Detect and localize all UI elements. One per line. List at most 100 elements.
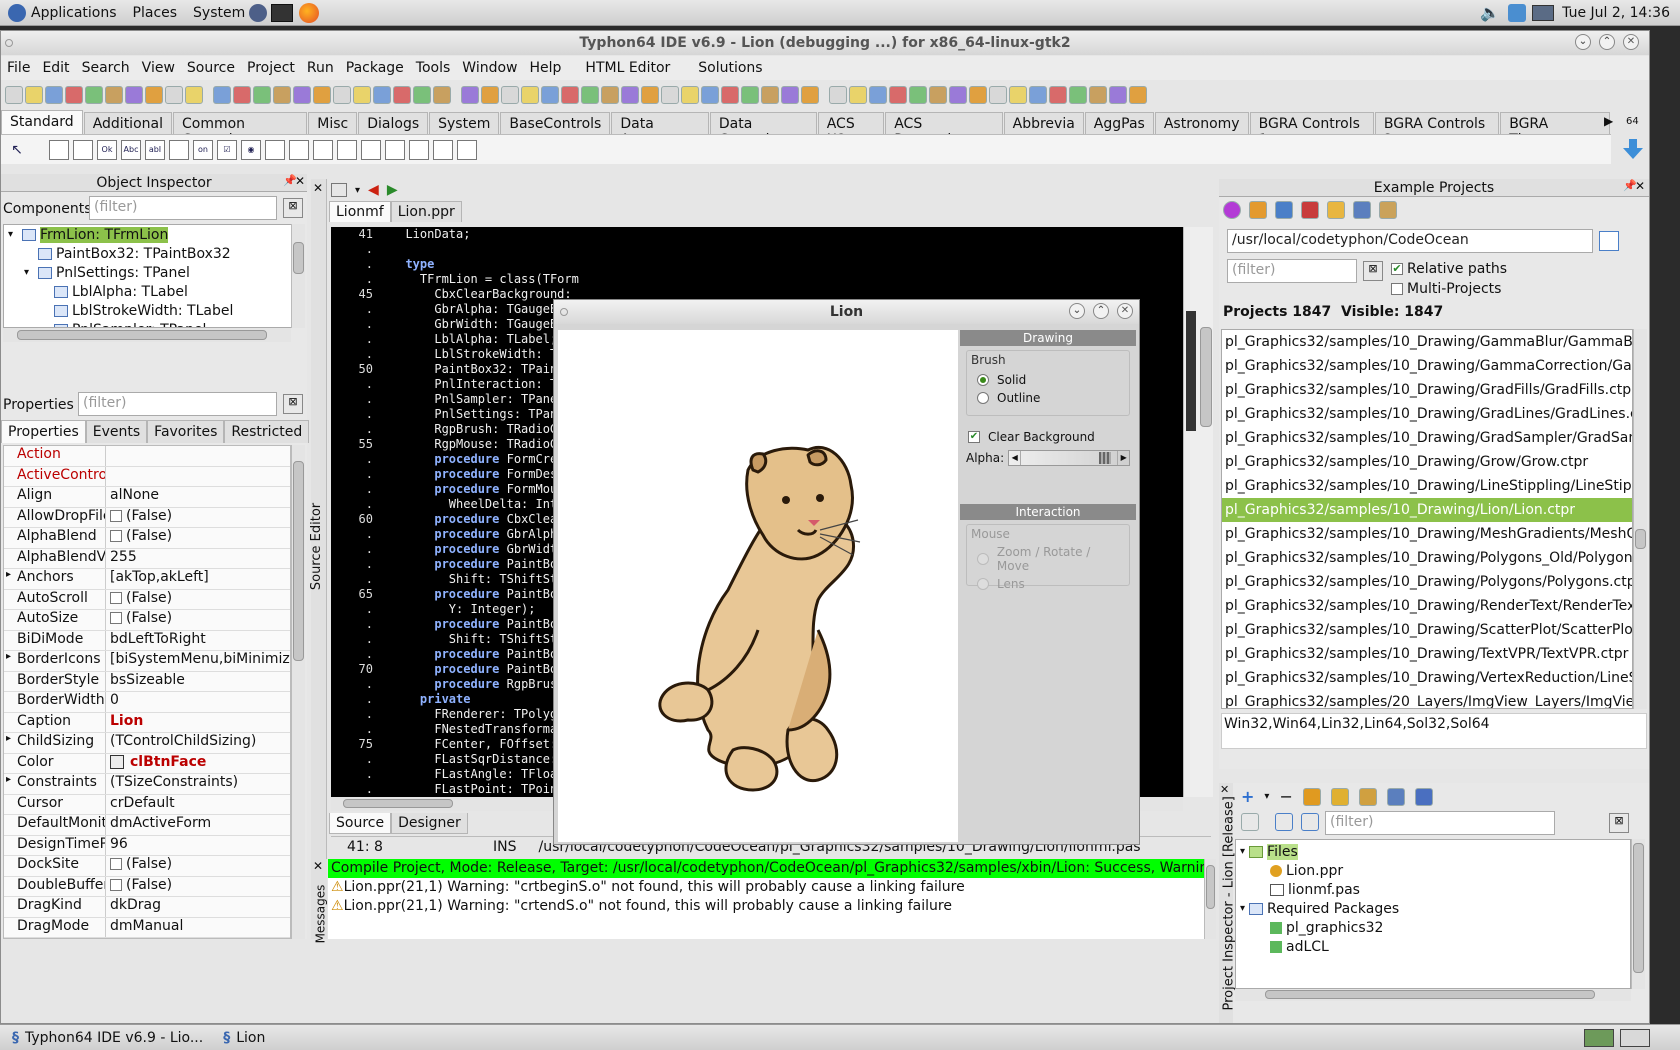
toolbar-button-icon[interactable] xyxy=(1049,86,1067,104)
property-value[interactable]: crDefault xyxy=(106,795,290,815)
outline-radio[interactable]: Outline xyxy=(977,391,1125,405)
property-value[interactable]: alNone xyxy=(106,487,290,507)
code-ocean-path-input[interactable]: /usr/local/codetyphon/CodeOcean xyxy=(1227,229,1593,253)
palette-tab[interactable]: Additional xyxy=(83,112,172,134)
toolbar-button-icon[interactable] xyxy=(761,86,779,104)
component-tree-hscrollbar[interactable] xyxy=(3,328,291,342)
multi-projects-checkbox[interactable]: Multi-Projects xyxy=(1391,281,1501,297)
lens-radio[interactable]: Lens xyxy=(977,577,1125,591)
property-row[interactable]: DragMode dmManual xyxy=(4,917,290,938)
radiogroup-component-icon[interactable] xyxy=(361,139,381,160)
palette-tab[interactable]: Data Access xyxy=(611,112,709,148)
property-value[interactable]: (False) xyxy=(106,877,290,897)
inspector-tab[interactable]: Restricted xyxy=(224,420,310,443)
toolbar-button-icon[interactable] xyxy=(1009,86,1027,104)
close-button[interactable]: ✕ xyxy=(1623,34,1639,50)
view-files-icon[interactable] xyxy=(1241,813,1259,831)
expander-icon[interactable]: ▾ xyxy=(24,267,34,278)
back-arrow-icon[interactable]: ◀ xyxy=(368,182,379,198)
memo-component-icon[interactable] xyxy=(169,139,189,160)
sort-icon[interactable] xyxy=(1301,813,1319,831)
popupmenu-component-icon[interactable] xyxy=(73,139,93,160)
checkbox-icon[interactable] xyxy=(110,591,122,604)
project-list-item[interactable]: pl_Graphics32/samples/10_Drawing/GammaBl… xyxy=(1222,330,1632,354)
system-menu[interactable]: System xyxy=(185,5,253,21)
toolbar-button-icon[interactable] xyxy=(641,86,659,104)
delete-project-icon[interactable] xyxy=(1301,201,1319,219)
component-tree-item[interactable]: LblAlpha: TLabel xyxy=(4,282,292,301)
property-value[interactable]: (False) xyxy=(106,610,290,630)
toolbar-button-icon[interactable] xyxy=(313,86,331,104)
toolbar-button-icon[interactable] xyxy=(145,86,163,104)
property-value[interactable]: dmManual xyxy=(106,918,290,938)
property-value[interactable]: (TControlChildSizing) xyxy=(106,733,290,753)
menu-file[interactable]: File xyxy=(1,60,36,76)
toolbar-button-icon[interactable] xyxy=(889,86,907,104)
toolbar-button-icon[interactable] xyxy=(581,86,599,104)
property-row[interactable]: AutoScroll (False) xyxy=(4,589,290,610)
binoculars-icon[interactable] xyxy=(1386,787,1405,806)
menu-search[interactable]: Search xyxy=(76,60,136,76)
toolbar-button-icon[interactable] xyxy=(721,86,739,104)
toolbar-button-icon[interactable] xyxy=(561,86,579,104)
component-tree-item[interactable]: PaintBox32: TPaintBox32 xyxy=(4,244,292,263)
source-editor-close-icon[interactable]: ✕ xyxy=(313,181,323,195)
component-tree-scrollbar[interactable] xyxy=(291,224,305,328)
toolbar-button-icon[interactable] xyxy=(25,86,43,104)
property-row[interactable]: AutoSize (False) xyxy=(4,610,290,631)
menu-window[interactable]: Window xyxy=(456,60,523,76)
combobox-component-icon[interactable] xyxy=(289,139,309,160)
frame-component-icon[interactable] xyxy=(433,139,453,160)
toolbar-button-icon[interactable] xyxy=(929,86,947,104)
code-line[interactable]: . type xyxy=(331,257,1183,272)
taskbar-item-lion[interactable]: § Lion xyxy=(215,1027,273,1049)
menu-package[interactable]: Package xyxy=(340,60,410,76)
toolbar-button-icon[interactable] xyxy=(293,86,311,104)
toolbar-button-icon[interactable] xyxy=(869,86,887,104)
component-tree-item[interactable]: ▾ FrmLion: TFrmLion xyxy=(4,225,292,244)
project-tree-scrollbar[interactable] xyxy=(1631,839,1645,989)
palette-tab[interactable]: ACS Processing xyxy=(885,112,1003,148)
alpha-gaugebar[interactable]: ◀ ▶ xyxy=(1008,450,1131,466)
project-list-item[interactable]: pl_Graphics32/samples/10_Drawing/Scatter… xyxy=(1222,618,1632,642)
clear-filter-icon[interactable]: ⊠ xyxy=(1609,813,1629,833)
toolbar-button-icon[interactable] xyxy=(1129,86,1147,104)
minimize-button[interactable]: ⌄ xyxy=(1069,303,1085,319)
zoom-radio[interactable]: Zoom / Rotate / Move xyxy=(977,545,1125,573)
components-filter-input[interactable]: (filter) xyxy=(89,196,277,220)
property-row[interactable]: BiDiMode bdLeftToRight xyxy=(4,630,290,651)
clear-filter-icon[interactable]: ⊠ xyxy=(283,198,303,218)
code-line[interactable]: 41 LionData; xyxy=(331,227,1183,242)
toolbar-button-icon[interactable] xyxy=(701,86,719,104)
package-item[interactable]: pl_graphics32 xyxy=(1240,918,1626,937)
code-vscrollbar[interactable] xyxy=(1183,227,1213,797)
files-node[interactable]: ▾ Files xyxy=(1240,842,1626,861)
actionlist-component-icon[interactable] xyxy=(457,139,477,160)
project-list-item[interactable]: pl_Graphics32/samples/10_Drawing/GammaCo… xyxy=(1222,354,1632,378)
project-list-item[interactable]: pl_Graphics32/samples/10_Drawing/TextVPR… xyxy=(1222,642,1632,666)
toolbar-button-icon[interactable] xyxy=(105,86,123,104)
property-value[interactable]: (False) xyxy=(106,508,290,528)
project-list-item[interactable]: pl_Graphics32/samples/10_Drawing/LineSti… xyxy=(1222,474,1632,498)
browse-folder-icon[interactable] xyxy=(1599,231,1619,251)
checkbox-icon[interactable] xyxy=(110,878,122,891)
toolbar-button-icon[interactable] xyxy=(989,86,1007,104)
toolbar-button-icon[interactable] xyxy=(969,86,987,104)
property-value[interactable]: (False) xyxy=(106,528,290,548)
property-row[interactable]: DesignTimePPI 96 xyxy=(4,835,290,856)
property-row[interactable]: AlphaBlend (False) xyxy=(4,528,290,549)
taskbar-item-ide[interactable]: § Typhon64 IDE v6.9 - Lio... xyxy=(4,1027,211,1049)
display-icon[interactable] xyxy=(1532,4,1555,21)
groupbox-component-icon[interactable] xyxy=(337,139,357,160)
property-value[interactable]: 255 xyxy=(106,549,290,569)
property-value[interactable]: dmActiveForm xyxy=(106,815,290,835)
applications-menu[interactable]: Applications xyxy=(0,3,125,22)
workspace-switcher[interactable] xyxy=(1584,1028,1614,1047)
project-list-item[interactable]: pl_Graphics32/samples/20_Layers/ImgView_… xyxy=(1222,690,1632,708)
toolbar-button-icon[interactable] xyxy=(5,86,23,104)
property-row[interactable]: DoubleBuffered (False) xyxy=(4,876,290,897)
project-list-item[interactable]: pl_Graphics32/samples/10_Drawing/Grow/Gr… xyxy=(1222,450,1632,474)
property-row[interactable]: DockSite (False) xyxy=(4,856,290,877)
folder-icon[interactable] xyxy=(1327,201,1345,219)
lion-titlebar[interactable]: Lion ⌄ ⌃ ✕ xyxy=(554,300,1139,324)
